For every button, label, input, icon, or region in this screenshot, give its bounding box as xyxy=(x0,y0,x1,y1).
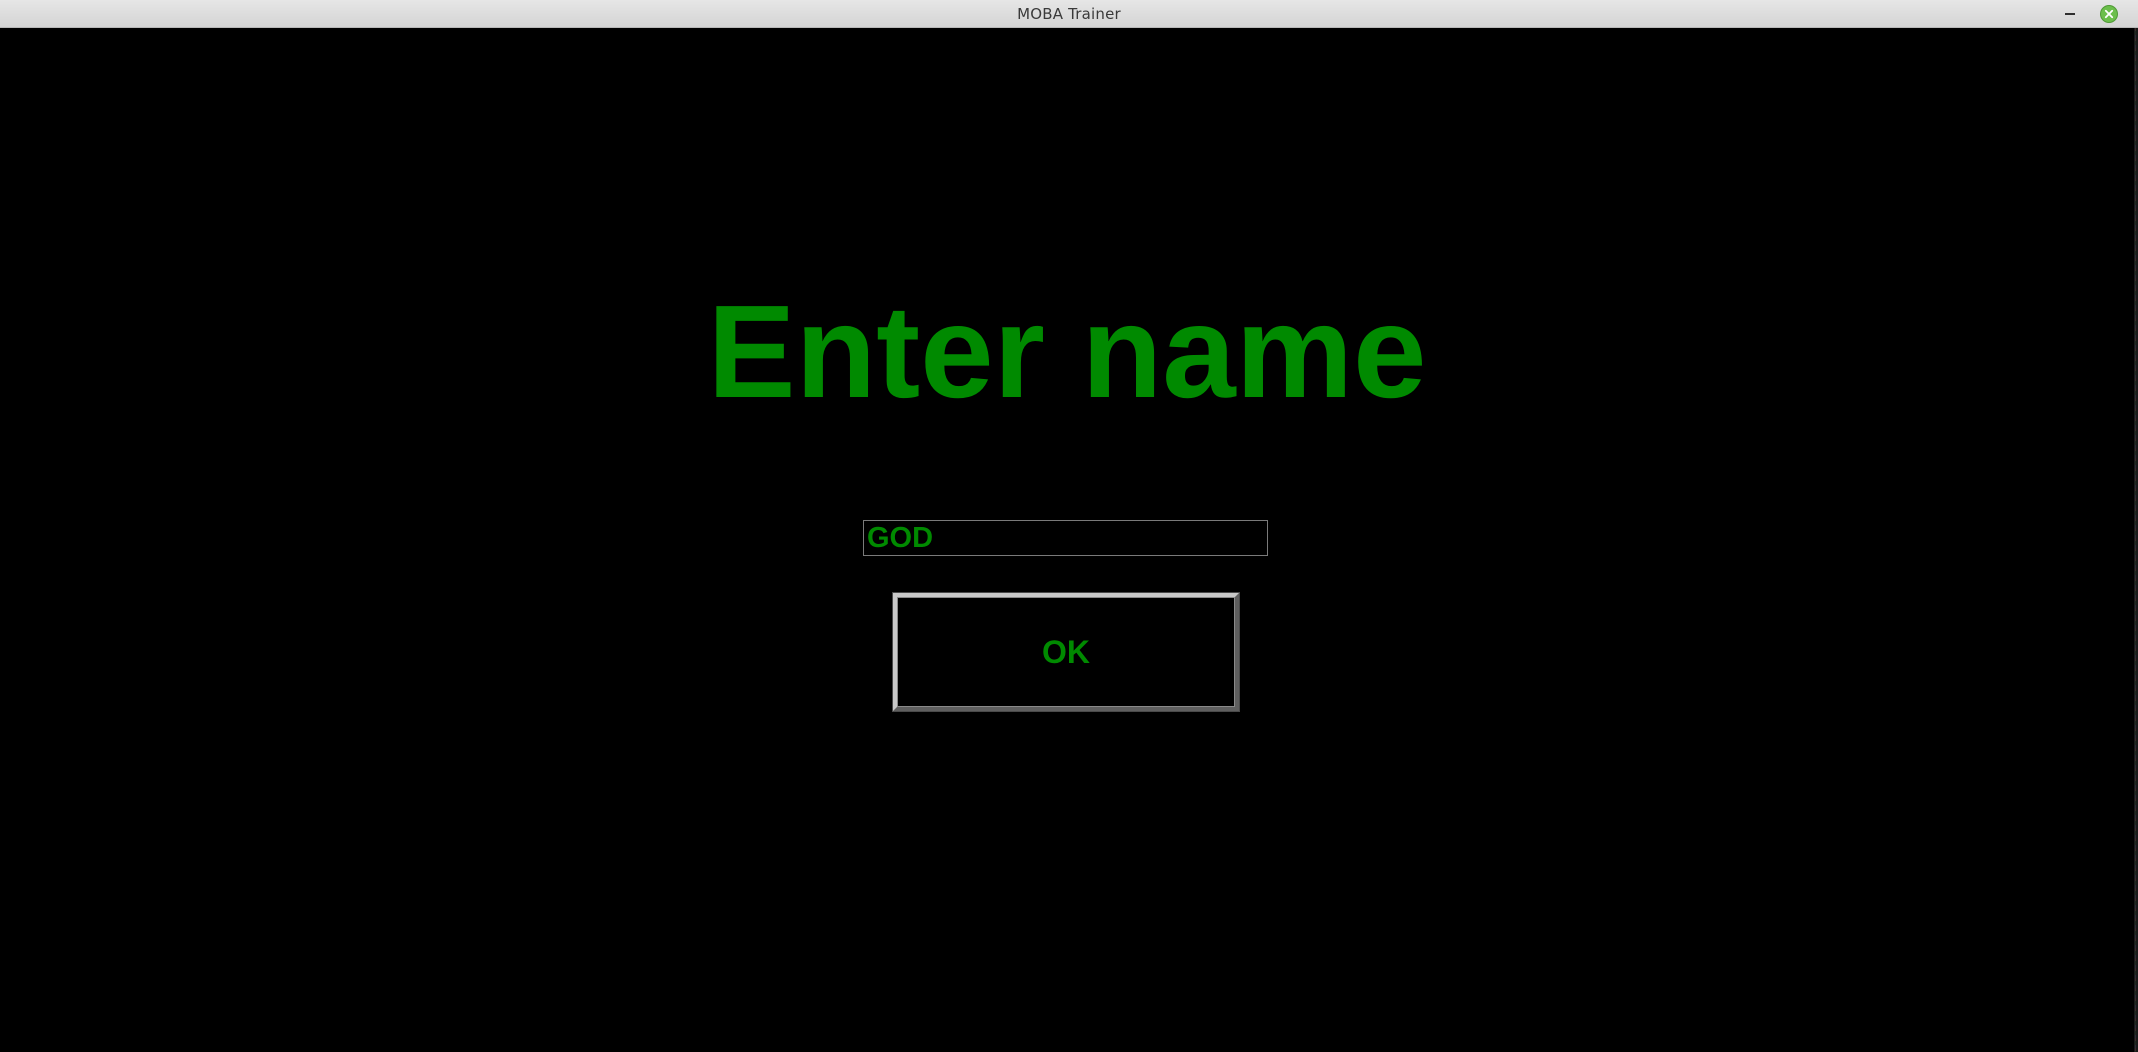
window-title: MOBA Trainer xyxy=(1017,5,1121,23)
minimize-icon xyxy=(2065,13,2075,15)
window-titlebar[interactable]: MOBA Trainer xyxy=(0,0,2138,28)
page-heading: Enter name xyxy=(707,278,1427,425)
ok-button[interactable]: OK xyxy=(893,593,1239,711)
close-icon xyxy=(2100,5,2118,23)
close-button[interactable] xyxy=(2100,5,2118,23)
minimize-button[interactable] xyxy=(2058,2,2082,24)
name-input[interactable] xyxy=(863,520,1268,556)
window-edge-strip xyxy=(2134,28,2138,1052)
